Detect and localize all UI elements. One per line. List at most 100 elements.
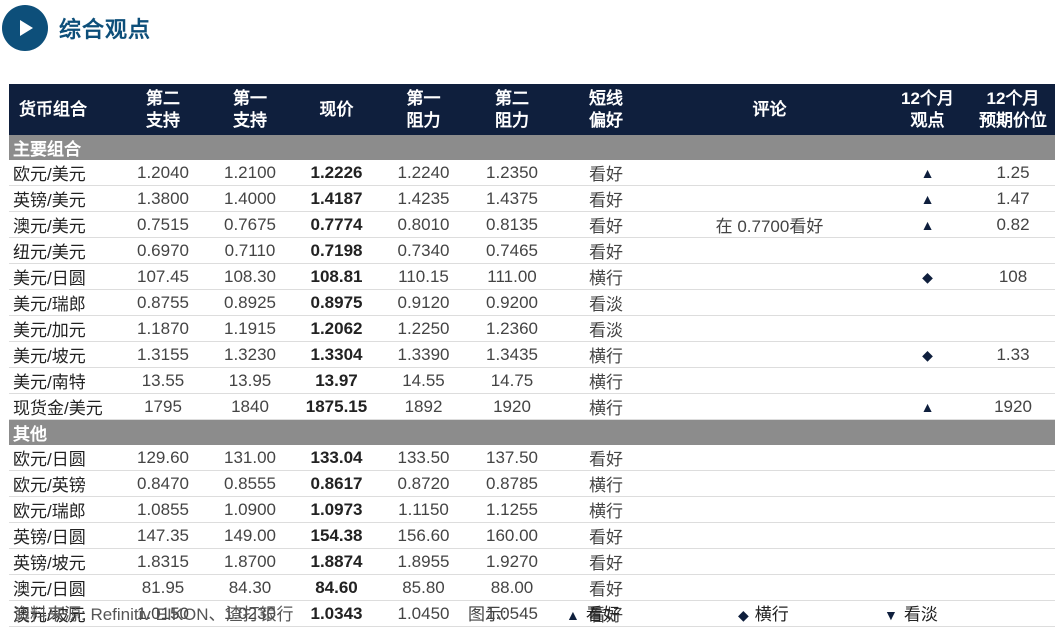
resistance1-cell: 85.80: [380, 574, 467, 601]
support1-cell: 108.30: [207, 263, 293, 290]
table-row: 英镑/日圆 147.35 149.00 154.38 156.60 160.00 看好: [9, 522, 1055, 549]
table-row: 澳元/日圆 81.95 84.30 84.60 85.80 88.00 看好: [9, 574, 1055, 601]
resistance1-cell: 0.8010: [380, 211, 467, 238]
comment-cell: [655, 445, 884, 471]
spot-cell: 108.81: [293, 263, 380, 290]
diamond-icon: ◆: [922, 268, 933, 285]
spot-cell: 1.3304: [293, 341, 380, 368]
support1-cell: 0.8925: [207, 289, 293, 316]
resistance1-cell: 1.2250: [380, 315, 467, 342]
table-row: 美元/坡元 1.3155 1.3230 1.3304 1.3390 1.3435 横行 ◆ 1.…: [9, 341, 1055, 368]
view-cell: [884, 315, 971, 342]
table-row: 欧元/英镑 0.8470 0.8555 0.8617 0.8720 0.8785 横行: [9, 470, 1055, 497]
support2-cell: 1.2040: [119, 160, 207, 186]
view-cell: ▲: [884, 160, 971, 186]
pair-cell: 欧元/英镑: [9, 470, 119, 497]
bias-cell: 看好: [557, 160, 655, 186]
resistance2-cell: 1.4375: [467, 185, 557, 212]
bias-cell: 横行: [557, 393, 655, 420]
resistance1-cell: 1.2240: [380, 160, 467, 186]
view-cell: ◆: [884, 341, 971, 368]
support2-cell: 1795: [119, 393, 207, 420]
table-row: 欧元/瑞郎 1.0855 1.0900 1.0973 1.1150 1.1255 横行: [9, 496, 1055, 523]
play-icon: [2, 5, 48, 51]
triangle-up-icon: ▲: [920, 216, 935, 233]
view-cell: [884, 522, 971, 549]
pair-cell: 美元/南特: [9, 367, 119, 394]
bias-cell: 横行: [557, 496, 655, 523]
comment-cell: [655, 237, 884, 264]
triangle-up-icon: ▲: [920, 190, 935, 207]
pair-cell: 澳元/美元: [9, 211, 119, 238]
view-cell: [884, 445, 971, 471]
support1-cell: 13.95: [207, 367, 293, 394]
resistance2-cell: 0.9200: [467, 289, 557, 316]
table-row: 纽元/美元 0.6970 0.7110 0.7198 0.7340 0.7465 看好: [9, 237, 1055, 264]
bias-cell: 看淡: [557, 289, 655, 316]
resistance2-cell: 137.50: [467, 445, 557, 471]
target-cell: 108: [971, 263, 1055, 290]
pair-cell: 美元/加元: [9, 315, 119, 342]
comment-cell: [655, 367, 884, 394]
view-cell: ▲: [884, 393, 971, 420]
pair-cell: 美元/日圆: [9, 263, 119, 290]
target-cell: 0.82: [971, 211, 1055, 238]
spot-cell: 0.8975: [293, 289, 380, 316]
table-row: 美元/南特 13.55 13.95 13.97 14.55 14.75 横行: [9, 367, 1055, 394]
pair-cell: 美元/坡元: [9, 341, 119, 368]
view-cell: [884, 574, 971, 601]
support2-cell: 1.1870: [119, 315, 207, 342]
legend-item-negative: ▼ 看淡: [884, 605, 938, 624]
comment-cell: [655, 470, 884, 497]
col-header-comment: 评论: [655, 84, 884, 135]
support2-cell: 1.0855: [119, 496, 207, 523]
resistance2-cell: 1.2350: [467, 160, 557, 186]
support2-cell: 147.35: [119, 522, 207, 549]
target-cell: [971, 574, 1055, 601]
spot-cell: 1875.15: [293, 393, 380, 420]
page-title: 综合观点: [59, 17, 152, 42]
triangle-up-icon: ▲: [566, 607, 580, 623]
support2-cell: 107.45: [119, 263, 207, 290]
pair-cell: 纽元/美元: [9, 237, 119, 264]
comment-cell: [655, 393, 884, 420]
resistance2-cell: 160.00: [467, 522, 557, 549]
pair-cell: 欧元/日圆: [9, 445, 119, 471]
support2-cell: 13.55: [119, 367, 207, 394]
view-cell: [884, 367, 971, 394]
table-row: 澳元/美元 0.7515 0.7675 0.7774 0.8010 0.8135 看好在 0…: [9, 211, 1055, 238]
comment-cell: [655, 341, 884, 368]
target-cell: [971, 237, 1055, 264]
bias-cell: 横行: [557, 367, 655, 394]
resistance1-cell: 14.55: [380, 367, 467, 394]
table-row: 现货金/美元 1795 1840 1875.15 1892 1920 横行 ▲ 1920: [9, 393, 1055, 420]
view-cell: [884, 496, 971, 523]
resistance2-cell: 0.7465: [467, 237, 557, 264]
group-label: 主要组合: [9, 135, 1055, 160]
spot-cell: 13.97: [293, 367, 380, 394]
spot-cell: 1.2226: [293, 160, 380, 186]
spot-cell: 1.8874: [293, 548, 380, 575]
table-header: 货币组合 第二 支持 第一 支持 现价 第一 阻力 第二 阻力 短线 偏好 评论 12个月…: [9, 84, 1055, 135]
fx-levels-table: 货币组合 第二 支持 第一 支持 现价 第一 阻力 第二 阻力 短线 偏好 评论 12个月…: [9, 84, 1055, 627]
target-cell: [971, 522, 1055, 549]
support2-cell: 1.3155: [119, 341, 207, 368]
target-cell: 1920: [971, 393, 1055, 420]
comment-cell: [655, 574, 884, 601]
pair-cell: 美元/瑞郎: [9, 289, 119, 316]
table-row: 美元/瑞郎 0.8755 0.8925 0.8975 0.9120 0.9200 看淡: [9, 289, 1055, 316]
col-header-support2: 第二 支持: [119, 84, 207, 135]
col-header-resistance2: 第二 阻力: [467, 84, 557, 135]
view-cell: [884, 470, 971, 497]
resistance1-cell: 0.7340: [380, 237, 467, 264]
resistance2-cell: 1.3435: [467, 341, 557, 368]
support1-cell: 0.8555: [207, 470, 293, 497]
spot-cell: 0.8617: [293, 470, 380, 497]
bias-cell: 看好: [557, 548, 655, 575]
comment-cell: [655, 160, 884, 186]
support1-cell: 1.1915: [207, 315, 293, 342]
col-header-resistance1: 第一 阻力: [380, 84, 467, 135]
resistance2-cell: 88.00: [467, 574, 557, 601]
bias-cell: 看好: [557, 185, 655, 212]
table-row: 美元/日圆 107.45 108.30 108.81 110.15 111.00 横行 ◆ 10…: [9, 263, 1055, 290]
